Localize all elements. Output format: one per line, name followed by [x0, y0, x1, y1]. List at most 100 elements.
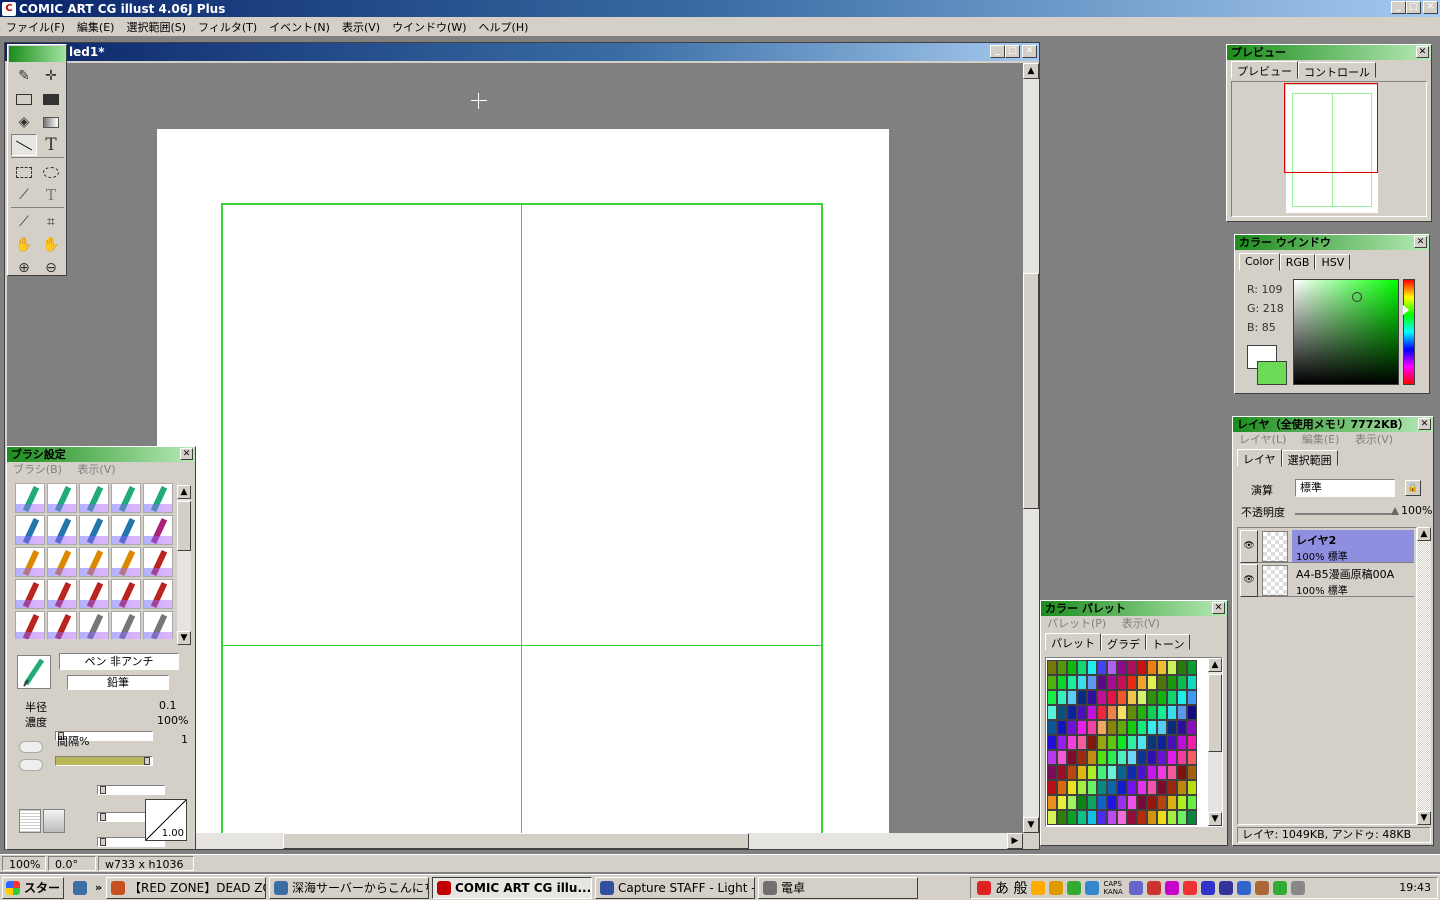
brush-preset[interactable] — [143, 483, 173, 513]
color-palette-close-button[interactable]: ✕ — [1212, 602, 1225, 614]
brush-preset[interactable] — [143, 515, 173, 545]
color-swatch[interactable] — [1157, 735, 1167, 750]
taskbar-item[interactable]: Capture STAFF - Light - — [595, 876, 755, 899]
color-swatch[interactable] — [1167, 735, 1177, 750]
color-swatch[interactable] — [1147, 765, 1157, 780]
color-swatch[interactable] — [1107, 750, 1117, 765]
tab-tone[interactable]: トーン — [1146, 634, 1191, 651]
color-swatch[interactable] — [1107, 795, 1117, 810]
color-swatch[interactable] — [1187, 705, 1197, 720]
color-swatch[interactable] — [1047, 735, 1057, 750]
color-swatch[interactable] — [1077, 690, 1087, 705]
color-swatch[interactable] — [1077, 735, 1087, 750]
color-swatch[interactable] — [1057, 675, 1067, 690]
opacity-slider[interactable] — [1295, 513, 1393, 515]
palette-scrollbar[interactable]: ▲ ▼ — [1208, 658, 1222, 826]
color-swatch[interactable] — [1107, 660, 1117, 675]
color-swatch[interactable] — [1087, 675, 1097, 690]
tray-app-icon[interactable] — [1031, 880, 1046, 895]
color-swatch[interactable] — [1107, 765, 1117, 780]
color-swatch[interactable] — [1067, 810, 1077, 825]
tray-app-icon[interactable] — [1201, 880, 1216, 895]
color-swatch[interactable] — [1167, 690, 1177, 705]
color-swatch[interactable] — [1097, 720, 1107, 735]
color-swatch[interactable] — [1177, 720, 1187, 735]
color-swatch[interactable] — [1087, 690, 1097, 705]
layer-scroll-up[interactable]: ▲ — [1417, 527, 1431, 541]
menu-view[interactable]: 表示(V) — [336, 19, 386, 35]
menu-filter[interactable]: フィルタ(T) — [192, 19, 263, 35]
color-swatch[interactable] — [1187, 690, 1197, 705]
tab-gradient[interactable]: グラデ — [1101, 634, 1146, 651]
color-swatch[interactable] — [1127, 720, 1137, 735]
color-swatch[interactable] — [1187, 750, 1197, 765]
color-swatch[interactable] — [1177, 795, 1187, 810]
brush-preset[interactable] — [15, 547, 45, 577]
tray-app-icon[interactable] — [1067, 880, 1082, 895]
color-swatch[interactable] — [1057, 690, 1067, 705]
color-swatch[interactable] — [1167, 660, 1177, 675]
chevron-icon[interactable]: » — [95, 881, 102, 894]
layer-menu-layer[interactable]: レイヤ(L) — [1239, 433, 1286, 446]
color-swatch[interactable] — [1047, 780, 1057, 795]
taskbar-item[interactable]: 電卓 — [758, 876, 918, 899]
gradient-tool-icon[interactable] — [38, 111, 64, 133]
tab-selection[interactable]: 選択範囲 — [1281, 450, 1338, 467]
eye-visibility-icon[interactable]: 👁 — [1240, 530, 1258, 563]
color-swatch[interactable] — [1087, 810, 1097, 825]
foreground-color-swatch[interactable] — [1257, 361, 1287, 385]
color-window-close-button[interactable]: ✕ — [1414, 236, 1427, 248]
close-button[interactable]: ✕ — [1423, 1, 1438, 14]
color-swatch[interactable] — [1167, 765, 1177, 780]
color-swatch[interactable] — [1117, 690, 1127, 705]
color-swatch[interactable] — [1107, 735, 1117, 750]
taskbar-item[interactable]: COMIC ART CG illu... — [432, 876, 592, 899]
color-swatch[interactable] — [1057, 735, 1067, 750]
vertical-scrollbar[interactable]: ▲ ▼ — [1023, 63, 1039, 833]
color-swatch[interactable] — [1097, 675, 1107, 690]
taskbar-item[interactable]: 【RED ZONE】DEAD ZO... — [106, 876, 266, 899]
document-title-bar[interactable]: led1* _ □ ✕ — [5, 43, 1039, 61]
color-swatch[interactable] — [1087, 765, 1097, 780]
hand-tool-icon[interactable]: ✋ — [11, 234, 37, 256]
brush-menu-brush[interactable]: ブラシ(B) — [13, 463, 62, 476]
opacity-slider-thumb-icon[interactable] — [1391, 507, 1399, 515]
manga-page[interactable] — [157, 129, 889, 833]
color-swatch[interactable] — [1127, 750, 1137, 765]
tray-app-icon[interactable] — [1165, 880, 1180, 895]
eyedropper-icon[interactable]: ⟋ — [11, 211, 37, 233]
color-swatch[interactable] — [1137, 795, 1147, 810]
brush-preset[interactable] — [47, 547, 77, 577]
color-swatch[interactable] — [1127, 795, 1137, 810]
app-title-bar[interactable]: C COMIC ART CG illust 4.06J Plus _ □ ✕ — [0, 0, 1440, 17]
tab-hsv[interactable]: HSV — [1315, 254, 1351, 270]
color-swatch[interactable] — [1137, 765, 1147, 780]
color-swatch[interactable] — [1117, 705, 1127, 720]
brush-preset[interactable] — [143, 611, 173, 639]
horizontal-scroll-thumb[interactable] — [283, 833, 749, 849]
scroll-up-button[interactable]: ▲ — [1023, 63, 1039, 79]
spacing-slider[interactable] — [97, 785, 165, 795]
color-swatch[interactable] — [1177, 810, 1187, 825]
brush-scroll-up[interactable]: ▲ — [177, 485, 191, 499]
color-swatch[interactable] — [1157, 765, 1167, 780]
preview-viewport-rect[interactable] — [1284, 83, 1378, 173]
preview-close-button[interactable]: ✕ — [1416, 46, 1429, 58]
color-swatch[interactable] — [1147, 750, 1157, 765]
color-window-header[interactable]: カラー ウインドウ ✕ — [1235, 235, 1429, 250]
eye-visibility-icon[interactable]: 👁 — [1240, 564, 1258, 597]
color-swatch[interactable] — [1147, 795, 1157, 810]
color-swatch[interactable] — [1067, 750, 1077, 765]
move-tool-icon[interactable]: ✛ — [38, 65, 64, 87]
tray-app-icon[interactable] — [1219, 880, 1234, 895]
hue-slider[interactable] — [1403, 279, 1415, 385]
color-swatch[interactable] — [1087, 660, 1097, 675]
menu-window[interactable]: ウインドウ(W) — [386, 19, 472, 35]
tray-app-icon[interactable] — [1129, 880, 1144, 895]
color-swatch[interactable] — [1147, 660, 1157, 675]
color-swatch[interactable] — [1077, 780, 1087, 795]
layer-menu-view[interactable]: 表示(V) — [1355, 433, 1393, 446]
color-swatch[interactable] — [1167, 780, 1177, 795]
color-swatch[interactable] — [1117, 720, 1127, 735]
palette-scroll-up[interactable]: ▲ — [1208, 658, 1222, 672]
